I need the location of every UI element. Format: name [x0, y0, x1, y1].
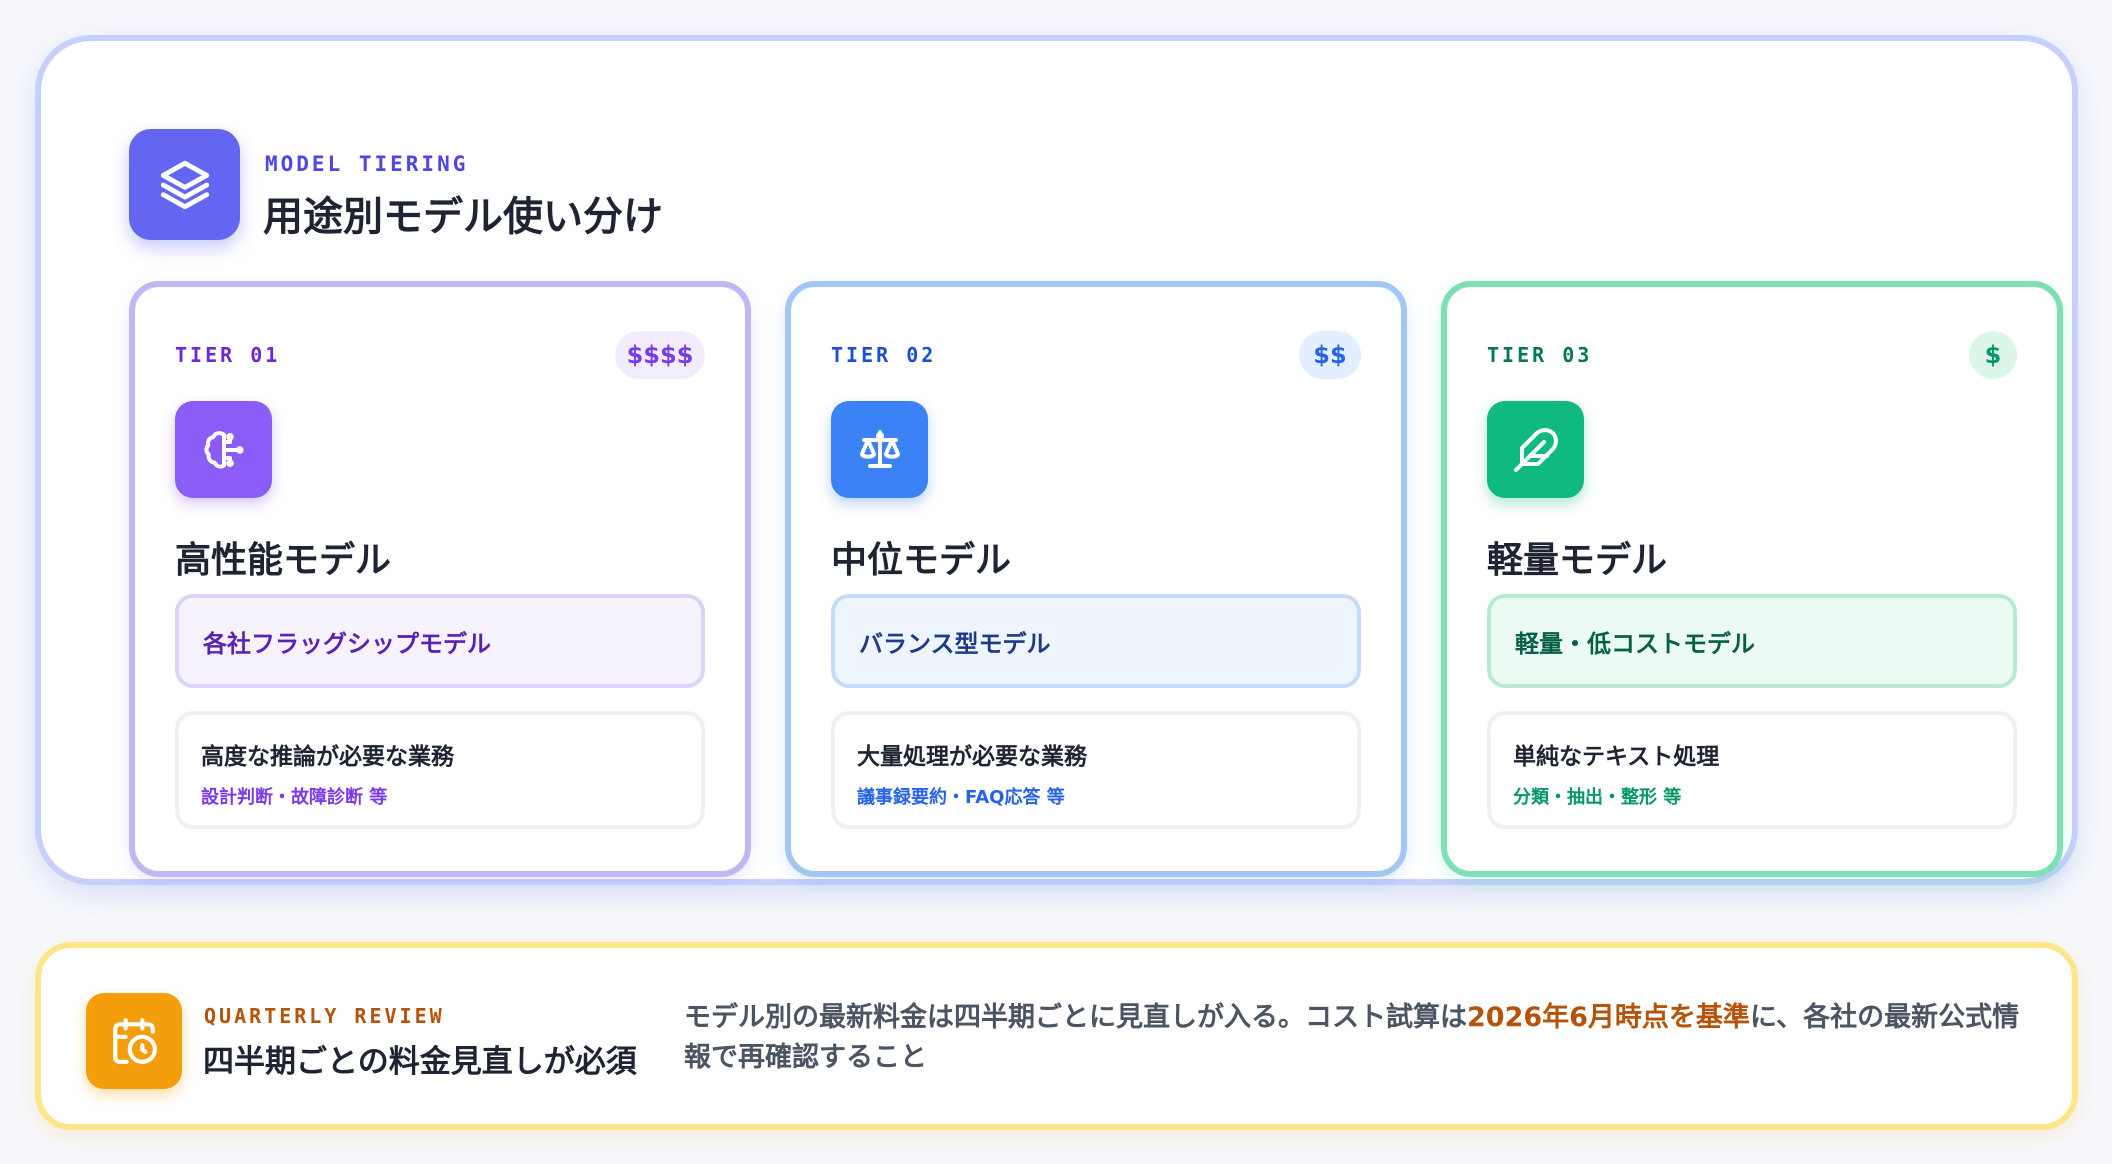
tier-card-2: TIER 02 $$ 中位モデル バランス型モデル 大量処理が必要な業務 議事録… — [785, 281, 1407, 877]
cost-badge: $$$$ — [615, 331, 705, 379]
tier-label: TIER 01 — [175, 343, 281, 367]
tier-name: 中位モデル — [831, 540, 1012, 581]
scale-icon — [831, 401, 928, 498]
cost-badge: $ — [1969, 331, 2017, 379]
usecase-box: 高度な推論が必要な業務 設計判断・故障診断 等 — [175, 711, 705, 829]
review-text-highlight: 2026年6月時点を基準 — [1467, 1002, 1750, 1033]
tier-name: 高性能モデル — [175, 540, 392, 581]
header-eyebrow: MODEL TIERING — [265, 152, 469, 176]
layers-icon — [129, 129, 240, 240]
usecase-title: 大量処理が必要な業務 — [857, 744, 1087, 770]
model-type-pill: バランス型モデル — [831, 594, 1361, 688]
usecase-title: 高度な推論が必要な業務 — [201, 744, 454, 770]
usecase-examples: 議事録要約・FAQ応答 等 — [857, 787, 1065, 808]
review-text-before: モデル別の最新料金は四半期ごとに見直しが入る。コスト試算は — [684, 1002, 1467, 1033]
model-type-pill: 軽量・低コストモデル — [1487, 594, 2017, 688]
usecase-examples: 設計判断・故障診断 等 — [201, 787, 388, 808]
brain-icon — [175, 401, 272, 498]
review-title: 四半期ごとの料金見直しが必須 — [203, 1044, 637, 1080]
quarterly-review-panel: QUARTERLY REVIEW 四半期ごとの料金見直しが必須 モデル別の最新料… — [35, 942, 2078, 1130]
usecase-examples: 分類・抽出・整形 等 — [1513, 787, 1682, 808]
usecase-box: 単純なテキスト処理 分類・抽出・整形 等 — [1487, 711, 2017, 829]
page-title: 用途別モデル使い分け — [263, 194, 663, 240]
feather-icon — [1487, 401, 1584, 498]
cost-badge: $$ — [1299, 331, 1361, 379]
tier-name: 軽量モデル — [1487, 540, 1668, 581]
model-tiering-panel: MODEL TIERING 用途別モデル使い分け TIER 01 $$$$ 高性… — [35, 35, 2078, 885]
calendar-clock-icon — [86, 993, 182, 1089]
usecase-title: 単純なテキスト処理 — [1513, 744, 1720, 770]
model-type-pill: 各社フラッグシップモデル — [175, 594, 705, 688]
tier-label: TIER 02 — [831, 343, 937, 367]
tier-card-3: TIER 03 $ 軽量モデル 軽量・低コストモデル 単純なテキスト処理 分類・… — [1441, 281, 2063, 877]
review-text: モデル別の最新料金は四半期ごとに見直しが入る。コスト試算は2026年6月時点を基… — [684, 998, 2044, 1078]
usecase-box: 大量処理が必要な業務 議事録要約・FAQ応答 等 — [831, 711, 1361, 829]
review-eyebrow: QUARTERLY REVIEW — [204, 1004, 445, 1028]
tier-card-1: TIER 01 $$$$ 高性能モデル 各社フラッグシップモデル 高度な推論が必… — [129, 281, 751, 877]
tier-label: TIER 03 — [1487, 343, 1593, 367]
